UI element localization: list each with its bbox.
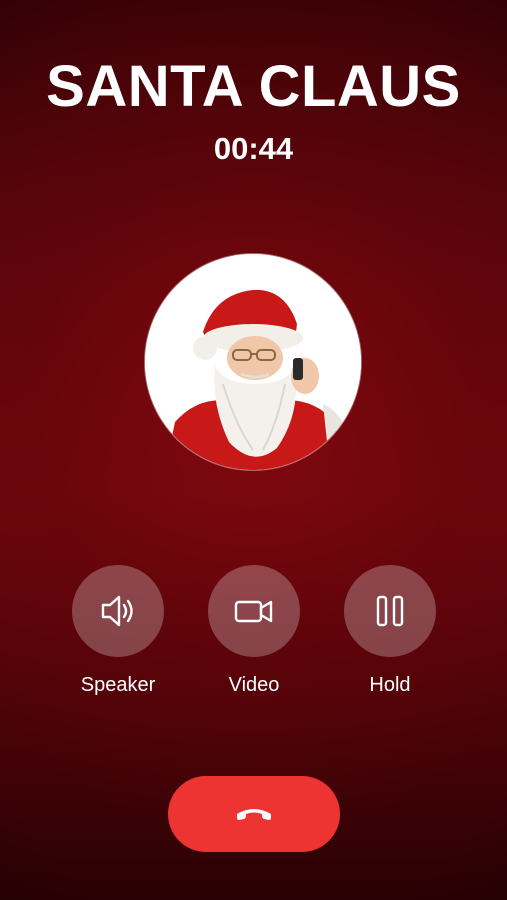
santa-portrait-image — [145, 254, 361, 470]
video-button[interactable] — [208, 565, 300, 657]
end-call-button[interactable] — [168, 776, 340, 852]
speaker-button[interactable] — [72, 565, 164, 657]
hold-button[interactable] — [344, 565, 436, 657]
call-timer: 00:44 — [213, 131, 294, 166]
video-camera-icon — [234, 600, 273, 623]
speaker-icon — [101, 595, 133, 627]
video-control[interactable]: Video — [199, 565, 309, 697]
caller-name: SANTA CLAUS — [46, 54, 461, 119]
hold-label: Hold — [369, 674, 411, 696]
speaker-label: Speaker — [80, 674, 156, 696]
video-label: Video — [228, 674, 280, 696]
hold-control[interactable]: Hold — [335, 565, 445, 697]
caller-avatar — [145, 254, 361, 470]
pause-icon — [376, 595, 404, 627]
hang-up-phone-icon — [237, 809, 271, 820]
speaker-control[interactable]: Speaker — [63, 565, 173, 697]
call-screen: SANTA CLAUS 00:44 Speaker Video Hold — [0, 0, 507, 900]
